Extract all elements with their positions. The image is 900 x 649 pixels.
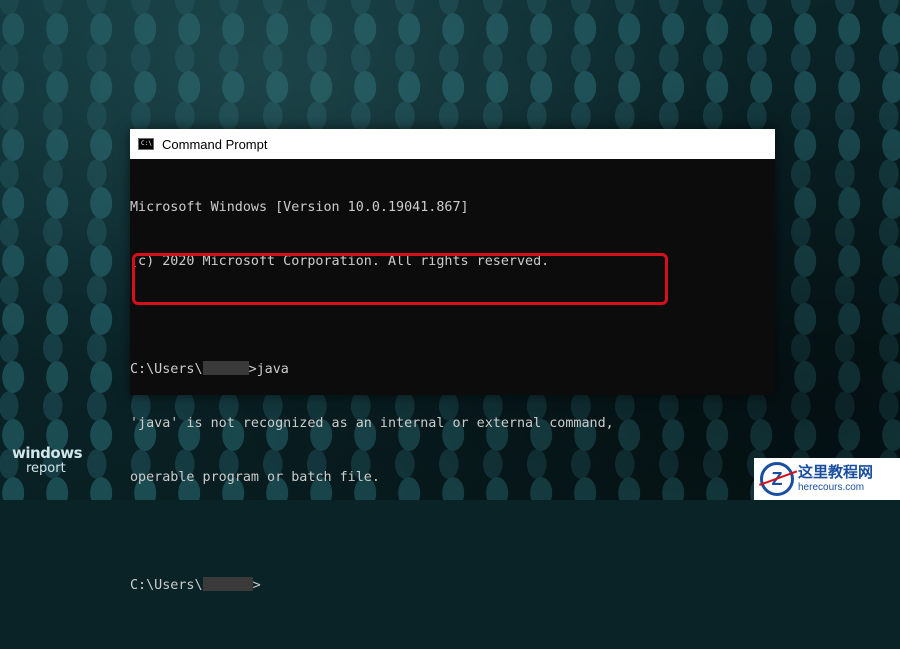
error-line: 'java' is not recognized as an internal … bbox=[130, 416, 614, 431]
prompt-path: C:\Users\ bbox=[130, 578, 203, 593]
site-watermark: Z 这里教程网 herecours.com bbox=[754, 458, 900, 500]
prompt-path: C:\Users\ bbox=[130, 362, 203, 377]
command-prompt-window[interactable]: C:\ Command Prompt Microsoft Windows [Ve… bbox=[130, 129, 775, 593]
site-title: 这里教程网 bbox=[798, 463, 874, 481]
console-output[interactable]: Microsoft Windows [Version 10.0.19041.86… bbox=[130, 159, 775, 649]
prompt-command: >java bbox=[248, 362, 289, 377]
console-prompt-line: C:\Users\ >java bbox=[130, 360, 775, 379]
error-highlight-box bbox=[132, 253, 668, 305]
logo-line-2: report bbox=[26, 461, 66, 476]
error-line: operable program or batch file. bbox=[130, 470, 380, 485]
redacted-username bbox=[202, 576, 253, 591]
windows-report-logo: windows report bbox=[12, 444, 83, 477]
window-titlebar[interactable]: C:\ Command Prompt bbox=[130, 129, 775, 159]
site-url: herecours.com bbox=[798, 482, 865, 493]
prompt-cursor: > bbox=[252, 578, 261, 593]
console-prompt-line[interactable]: C:\Users\ > bbox=[130, 576, 775, 595]
window-title: Command Prompt bbox=[162, 136, 268, 152]
cmd-icon: C:\ bbox=[138, 138, 154, 150]
redacted-username bbox=[202, 360, 249, 375]
site-logo-icon: Z bbox=[760, 462, 794, 496]
logo-line-1: windows bbox=[12, 444, 83, 462]
console-line: Microsoft Windows [Version 10.0.19041.86… bbox=[130, 200, 469, 215]
